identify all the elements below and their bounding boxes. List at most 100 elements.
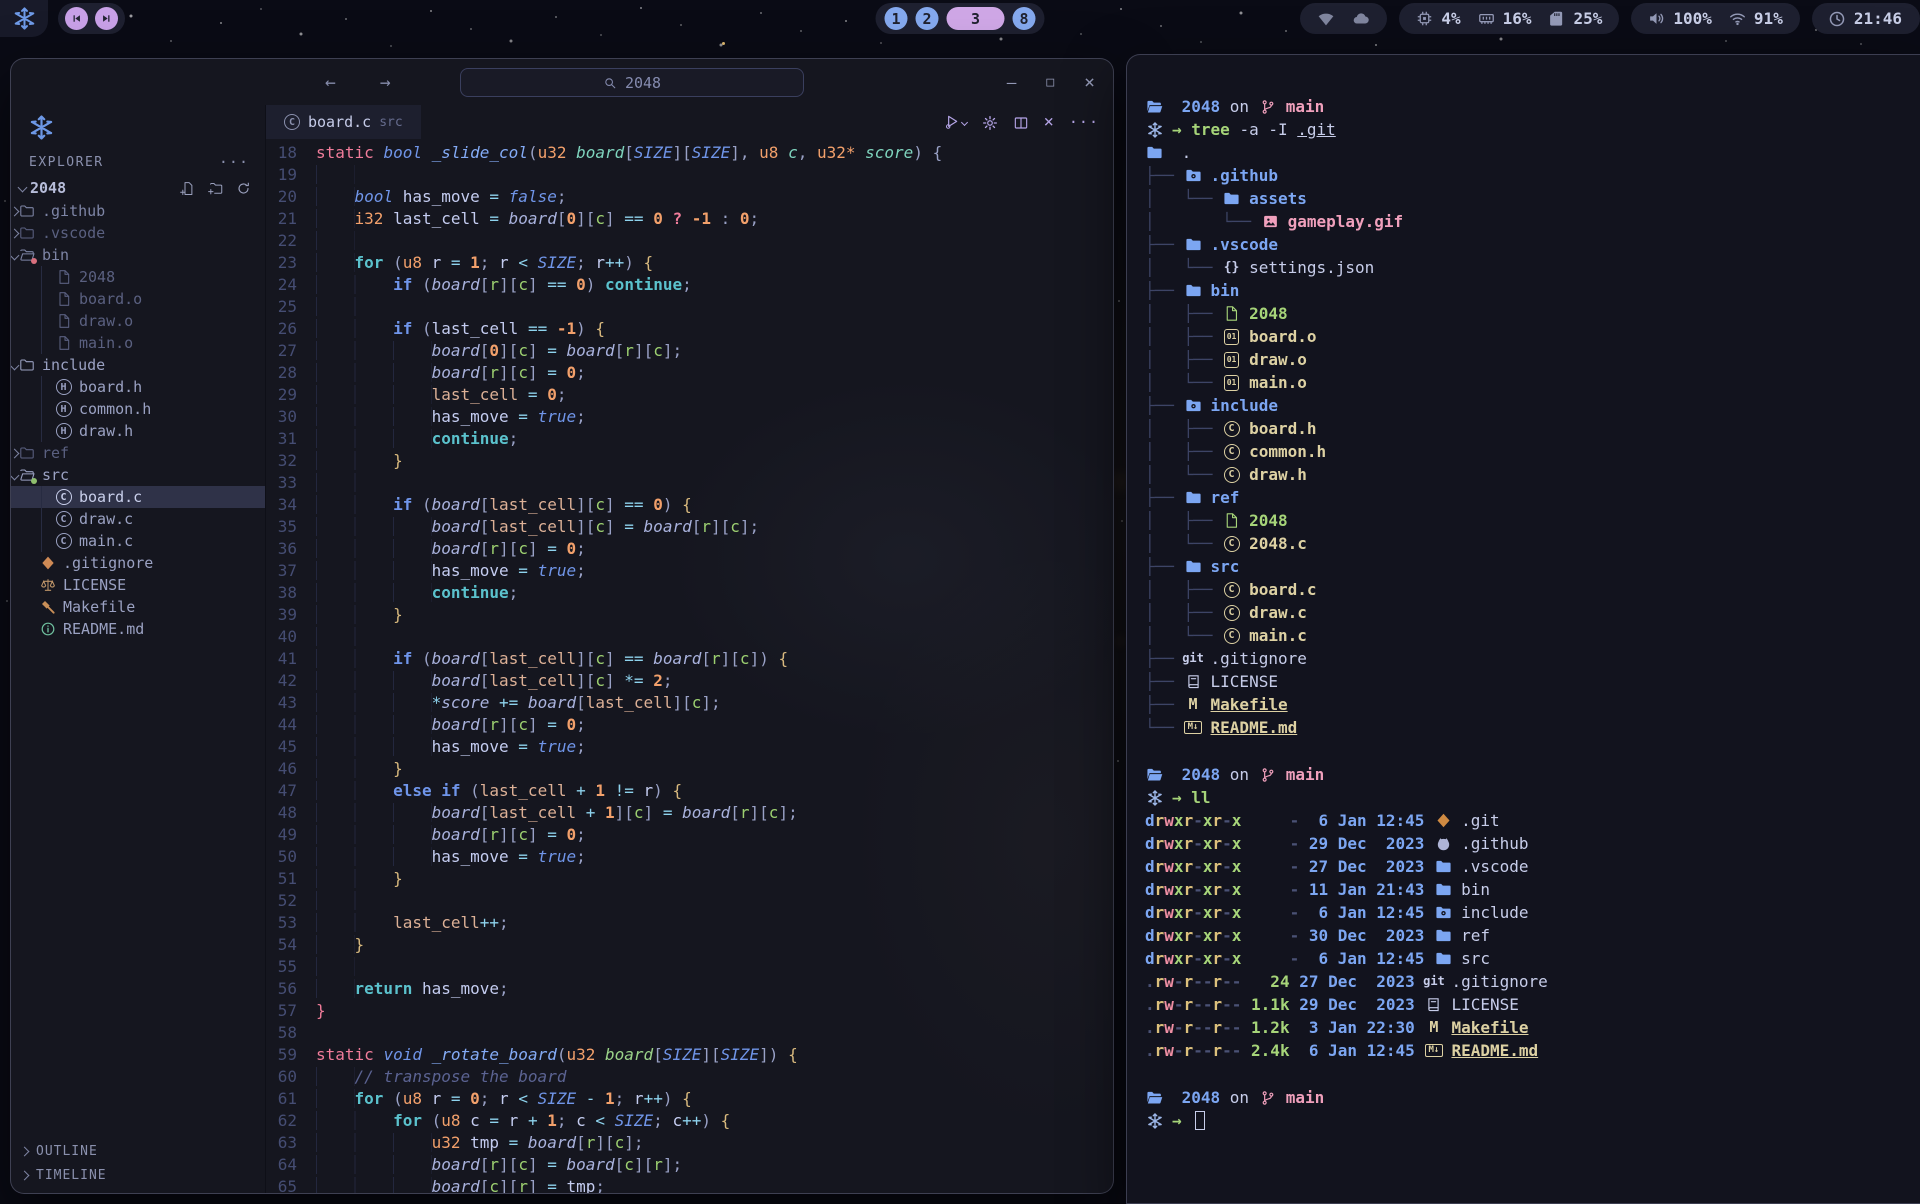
tree-item-common.h[interactable]: Hcommon.h <box>11 398 265 420</box>
split-editor-icon[interactable] <box>1013 113 1029 132</box>
folder-icon <box>1435 858 1452 875</box>
sidebar-section-outline[interactable]: OUTLINE <box>11 1139 265 1163</box>
code-editor[interactable]: 18static bool _slide_col(u32 board[SIZE]… <box>266 139 1113 1193</box>
book-icon <box>1185 673 1202 690</box>
tree-output-common.h: │ ├── Ccommon.h <box>1145 440 1920 463</box>
C-icon: C <box>1224 605 1240 621</box>
explorer-more-icon[interactable]: ··· <box>219 153 249 171</box>
file-icon <box>1223 512 1240 529</box>
tree-item-.github[interactable]: .github <box>11 200 265 222</box>
tree-output-.: . <box>1145 141 1920 164</box>
cpu-icon <box>1416 10 1433 27</box>
folder-icon <box>1223 190 1240 207</box>
file-icon <box>56 269 72 285</box>
tree-output-main.o: │ └── 01main.o <box>1145 371 1920 394</box>
tree-item-draw.h[interactable]: Hdraw.h <box>11 420 265 442</box>
nav-forward-icon[interactable]: → <box>380 72 391 93</box>
status-area: 4%16%25% 100%91% 21:46 <box>1300 3 1920 34</box>
code-line: 55 <box>266 956 1113 978</box>
media-controls <box>58 3 125 34</box>
nix-logo[interactable] <box>0 0 48 37</box>
tree-item-include[interactable]: include <box>11 354 265 376</box>
code-line: 31 continue; <box>266 428 1113 450</box>
tree-item-draw.o[interactable]: draw.o <box>11 310 265 332</box>
tree-item-README.md[interactable]: README.md <box>11 618 265 640</box>
minimize-button[interactable]: – <box>1007 73 1017 92</box>
tree-root-2048[interactable]: 2048 <box>11 175 265 200</box>
tab-label: board.c <box>308 113 371 131</box>
tree-output-LICENSE: ├── LICENSE <box>1145 670 1920 693</box>
snow-icon <box>1147 790 1163 806</box>
command-center-search[interactable]: 2048 <box>460 68 804 97</box>
disk-stat: 25% <box>1548 9 1602 28</box>
tree-item-main.c[interactable]: Cmain.c <box>11 530 265 552</box>
file-icon <box>1223 305 1240 322</box>
snow-icon <box>1147 1113 1163 1129</box>
C-icon: C <box>56 489 72 505</box>
tree-item-board.o[interactable]: board.o <box>11 288 265 310</box>
tree-item-Makefile[interactable]: Makefile <box>11 596 265 618</box>
maximize-button[interactable]: □ <box>1046 75 1054 90</box>
tab-hint: src <box>379 115 402 130</box>
tree-item-board.c[interactable]: Cboard.c <box>11 486 265 508</box>
tree-item-ref[interactable]: ref <box>11 442 265 464</box>
info-icon <box>40 621 56 637</box>
network-indicators[interactable] <box>1300 3 1387 34</box>
folder-icon <box>1435 950 1452 967</box>
tree-item-board.h[interactable]: Hboard.h <box>11 376 265 398</box>
tree-output-gameplay.gif: │ └── gameplay.gif <box>1145 210 1920 233</box>
workspace-8[interactable]: 8 <box>1013 7 1036 30</box>
tree-item-draw.c[interactable]: Cdraw.c <box>11 508 265 530</box>
close-editor-icon[interactable]: × <box>1044 112 1054 132</box>
M-icon: M <box>1429 1016 1438 1039</box>
Md-icon: M↓ <box>1425 1044 1443 1057</box>
refresh-button[interactable] <box>236 178 251 197</box>
terminal-window[interactable]: 2048 on main→ tree -a -I .git .├── .gith… <box>1126 54 1920 1204</box>
terminal-cursor-line[interactable]: → <box>1145 1109 1920 1132</box>
file-icon <box>56 313 72 329</box>
code-line: 53 last_cell++; <box>266 912 1113 934</box>
workspace-1[interactable]: 1 <box>885 7 908 30</box>
tab-board-c[interactable]: C board.c src <box>266 105 421 139</box>
workspace-2[interactable]: 2 <box>916 7 939 30</box>
tree-item-LICENSE[interactable]: LICENSE <box>11 574 265 596</box>
ll-row-ref: drwxr-xr-x - 30 Dec 2023 ref <box>1145 924 1920 947</box>
wifi-icon <box>1729 10 1746 27</box>
more-actions-icon[interactable]: ··· <box>1069 113 1099 131</box>
tree-item-2048[interactable]: 2048 <box>11 266 265 288</box>
workspace-3[interactable]: 3 <box>947 7 1005 30</box>
editor-titlebar[interactable]: ← → 2048 – □ × <box>11 59 1113 105</box>
code-line: 63 u32 tmp = board[r][c]; <box>266 1132 1113 1154</box>
tree-item-.gitignore[interactable]: .gitignore <box>11 552 265 574</box>
media-next-button[interactable] <box>95 7 118 30</box>
tree-item-main.o[interactable]: main.o <box>11 332 265 354</box>
tree-item-src[interactable]: src <box>11 464 265 486</box>
nav-back-icon[interactable]: ← <box>325 72 336 93</box>
tree-item-bin[interactable]: bin <box>11 244 265 266</box>
code-line: 52 <box>266 890 1113 912</box>
code-line: 57} <box>266 1000 1113 1022</box>
settings-gear-icon[interactable] <box>982 113 998 132</box>
tree-output-draw.h: │ └── Cdraw.h <box>1145 463 1920 486</box>
code-line: 33 <box>266 472 1113 494</box>
media-prev-button[interactable] <box>65 7 88 30</box>
sidebar-footer: OUTLINETIMELINE <box>11 1139 265 1193</box>
root-label: 2048 <box>30 179 66 197</box>
tree-item-.vscode[interactable]: .vscode <box>11 222 265 244</box>
sidebar-section-timeline[interactable]: TIMELINE <box>11 1163 265 1187</box>
tree-output-Makefile: ├── MMakefile <box>1145 693 1920 716</box>
terminal-prompt: 2048 on main <box>1145 95 1920 118</box>
run-button[interactable] <box>944 114 967 130</box>
chevron-down-icon <box>18 183 28 193</box>
close-button[interactable]: × <box>1084 72 1095 93</box>
volume-wifi[interactable]: 100%91% <box>1631 3 1799 34</box>
wifi-fill-icon <box>1317 10 1335 28</box>
new-folder-button[interactable] <box>208 178 223 197</box>
new-file-button[interactable] <box>180 178 195 197</box>
01-icon: 01 <box>1224 375 1239 391</box>
tree-output-2048: │ ├── 2048 <box>1145 509 1920 532</box>
editor-window: ← → 2048 – □ × EXPLORER ··· 2048 <box>10 58 1114 1194</box>
explorer-sidebar: EXPLORER ··· 2048 .github.vscodebin2048b… <box>11 105 266 1193</box>
tab-bar: C board.c src × ··· <box>266 105 1113 139</box>
code-line: 30 has_move = true; <box>266 406 1113 428</box>
